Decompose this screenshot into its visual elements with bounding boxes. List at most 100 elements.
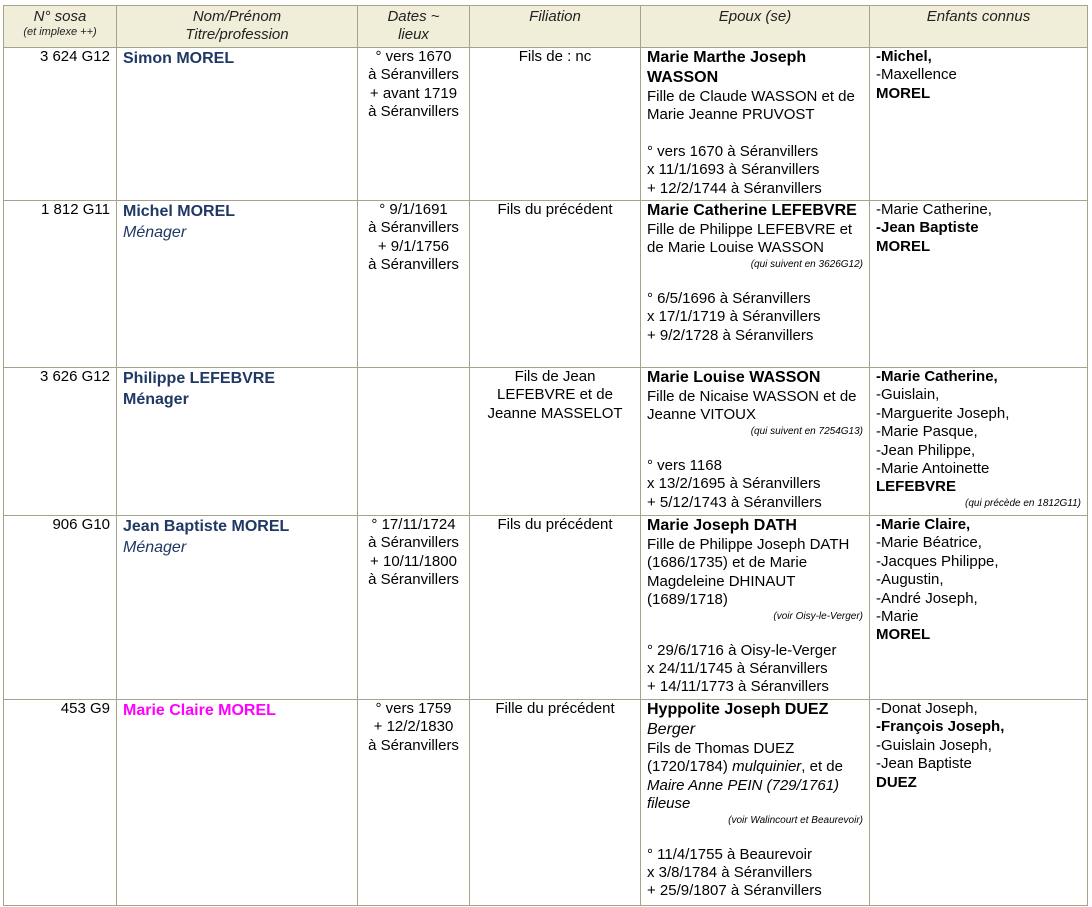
dates-cell: ° vers 1670 à Séranvillers + avant 1719 … xyxy=(357,47,470,201)
spouse-event: ° 11/4/1755 à Beaurevoir xyxy=(647,845,812,863)
spouse-event: + 25/9/1807 à Séranvillers xyxy=(647,882,822,900)
child-entry: -Jean Baptiste xyxy=(876,755,972,773)
child-entry: -Maxellence xyxy=(876,66,957,84)
children-cell: -Marie Catherine, -Guislain, -Marguerite… xyxy=(869,367,1088,516)
date-line: ° vers 1759 xyxy=(375,700,452,717)
date-line: + 12/2/1830 xyxy=(373,718,454,736)
children-surname: LEFEBVRE xyxy=(876,478,957,496)
dates-cell: ° 17/11/1724 à Séranvillers + 10/11/1800… xyxy=(357,515,470,700)
date-line: ° 9/1/1691 xyxy=(379,201,448,218)
spouse-and: , et de xyxy=(801,758,843,776)
spouse-event: + 12/2/1744 à Séranvillers xyxy=(647,179,822,197)
child-entry: -Marie Claire, xyxy=(876,516,971,533)
sosa-cell: 1 812 G11 xyxy=(3,200,117,368)
dates-cell: ° vers 1759 + 12/2/1830 à Séranvillers xyxy=(357,699,470,906)
person-name: Michel MOREL xyxy=(123,203,236,220)
child-entry: -André Joseph, xyxy=(876,589,978,607)
date-line: à Séranvillers xyxy=(368,219,459,237)
date-line: + avant 1719 xyxy=(369,84,458,102)
spouse-event: + 14/11/1773 à Séranvillers xyxy=(647,678,829,696)
filiation-cell: Fils du précédent xyxy=(469,200,641,368)
spouse-event: ° 6/5/1696 à Séranvillers xyxy=(647,289,811,307)
date-line: ° 17/11/1724 xyxy=(371,516,456,533)
table-row: 453 G9 Marie Claire MOREL ° vers 1759 + … xyxy=(3,699,1088,906)
spouse-event: ° vers 1168 xyxy=(647,456,722,474)
sosa-cell: 453 G9 xyxy=(3,699,117,906)
header-dates: Dates ~ lieux xyxy=(357,5,470,48)
spouse-cell: Marie Catherine LEFEBVRE Fille de Philip… xyxy=(640,200,870,368)
children-cell: -Donat Joseph, -François Joseph, -Guisla… xyxy=(869,699,1088,906)
date-line: à Séranvillers xyxy=(368,256,459,274)
sosa-cell: 3 626 G12 xyxy=(3,367,117,516)
header-children: Enfants connus xyxy=(869,5,1088,48)
header-dates-sub: lieux xyxy=(398,26,429,43)
spouse-note: (qui suivent en 3626G12) xyxy=(750,258,863,270)
header-children-label: Enfants connus xyxy=(926,8,1031,25)
spouse-note: (voir Walincourt et Beaurevoir) xyxy=(728,814,863,826)
filiation-cell: Fille du précédent xyxy=(469,699,641,906)
header-name: Nom/Prénom Titre/profession xyxy=(116,5,358,48)
person-title: Ménager xyxy=(123,391,189,408)
spouse-mother: Maire Anne PEIN (729/1761) fileuse xyxy=(647,776,840,813)
child-entry: -Marie Béatrice, xyxy=(876,534,982,552)
date-line: ° vers 1670 xyxy=(375,48,452,65)
person-cell: Simon MOREL xyxy=(116,47,358,201)
child-entry: -Donat Joseph, xyxy=(876,700,978,717)
spouse-event: x 11/1/1693 à Séranvillers xyxy=(647,161,820,179)
header-name-label: Nom/Prénom xyxy=(192,8,282,25)
spouse-cell: Hyppolite Joseph DUEZ Berger Fils de Tho… xyxy=(640,699,870,906)
children-surname: MOREL xyxy=(876,626,931,644)
child-entry: -Jean Philippe, xyxy=(876,441,976,459)
spouse-event: x 24/11/1745 à Séranvillers xyxy=(647,660,828,678)
spouse-parents: Fille de Philippe LEFEBVRE et de Marie L… xyxy=(647,221,853,257)
children-cell: -Marie Catherine, -Jean Baptiste MOREL xyxy=(869,200,1088,368)
dates-cell xyxy=(357,367,470,516)
filiation-cell: Fils de : nc xyxy=(469,47,641,201)
spouse-parents: Fille de Nicaise WASSON et de Jeanne VIT… xyxy=(647,388,857,424)
header-filiation: Filiation xyxy=(469,5,641,48)
child-entry: -Marguerite Joseph, xyxy=(876,404,1010,422)
spouse-event: x 3/8/1784 à Séranvillers xyxy=(647,864,813,882)
date-line: à Séranvillers xyxy=(368,571,459,589)
spouse-name: Marie Joseph DATH xyxy=(647,517,797,534)
spouse-event: ° 29/6/1716 à Oisy-le-Verger xyxy=(647,641,837,659)
person-cell: Michel MOREL Ménager xyxy=(116,200,358,368)
sosa-cell: 3 624 G12 xyxy=(3,47,117,201)
spouse-title: Berger xyxy=(647,721,696,738)
spouse-event: + 5/12/1743 à Séranvillers xyxy=(647,493,822,511)
children-cell: -Marie Claire, -Marie Béatrice, -Jacques… xyxy=(869,515,1088,700)
person-title: Ménager xyxy=(123,224,187,241)
children-surname: DUEZ xyxy=(876,773,917,791)
spouse-name: Hyppolite Joseph DUEZ xyxy=(647,701,829,718)
genealogy-table: N° sosa (et implexe ++) Nom/Prénom Titre/p… xyxy=(3,5,1088,906)
date-line: à Séranvillers xyxy=(368,534,459,552)
child-entry: -Marie xyxy=(876,608,919,626)
spouse-cell: Marie Marthe Joseph WASSON Fille de Clau… xyxy=(640,47,870,201)
date-line: + 9/1/1756 xyxy=(377,237,450,255)
spouse-note: (qui suivent en 7254G13) xyxy=(750,425,863,437)
date-line: à Séranvillers xyxy=(368,736,459,754)
spouse-parents: Fille de Claude WASSON et de Marie Jeann… xyxy=(647,88,855,124)
header-name-sub: Titre/profession xyxy=(185,26,289,43)
spouse-father-trade: mulquinier xyxy=(732,758,802,776)
header-sosa-sub: (et implexe ++) xyxy=(23,26,97,38)
sosa-cell: 906 G10 xyxy=(3,515,117,700)
date-line: à Séranvillers xyxy=(368,103,459,121)
child-entry: -Marie Catherine, xyxy=(876,201,992,218)
child-entry: -Marie Pasque, xyxy=(876,423,978,441)
person-cell: Marie Claire MOREL xyxy=(116,699,358,906)
header-filiation-label: Filiation xyxy=(529,8,581,25)
table-row: 906 G10 Jean Baptiste MOREL Ménager ° 17… xyxy=(3,515,1088,700)
children-note: (qui précède en 1812G11) xyxy=(964,497,1081,509)
spouse-cell: Marie Louise WASSON Fille de Nicaise WAS… xyxy=(640,367,870,516)
spouse-event: ° vers 1670 à Séranvillers xyxy=(647,142,819,160)
header-spouse-label: Epoux (se) xyxy=(718,8,792,25)
child-entry: -Jacques Philippe, xyxy=(876,552,999,570)
child-entry: -Jean Baptiste xyxy=(876,219,979,237)
person-name: Jean Baptiste MOREL xyxy=(123,518,290,535)
person-cell: Jean Baptiste MOREL Ménager xyxy=(116,515,358,700)
spouse-name: Marie Catherine LEFEBVRE xyxy=(647,202,857,219)
children-cell: -Michel, -Maxellence MOREL xyxy=(869,47,1088,201)
spouse-event: x 13/2/1695 à Séranvillers xyxy=(647,475,821,493)
spouse-cell: Marie Joseph DATH Fille de Philippe Jose… xyxy=(640,515,870,700)
